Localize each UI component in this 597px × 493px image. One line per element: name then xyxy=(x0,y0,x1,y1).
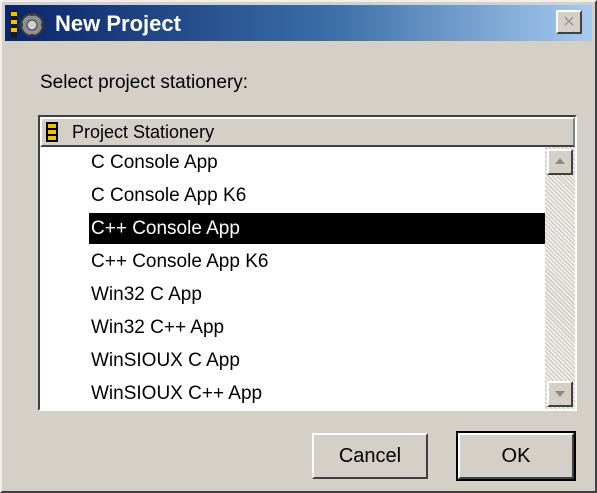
list-item-winsioux-c-app[interactable]: WinSIOUX C App xyxy=(89,345,545,376)
ok-button[interactable]: OK xyxy=(456,431,576,481)
dialog-title: New Project xyxy=(55,11,181,36)
stationery-folder-icon xyxy=(46,122,58,142)
list-item-winsioux-cpp-app[interactable]: WinSIOUX C++ App xyxy=(89,378,545,409)
list-item-cpp-console-app[interactable]: C++ Console App xyxy=(89,213,545,244)
close-icon: ✕ xyxy=(562,12,576,31)
stationery-list-header-label: Project Stationery xyxy=(72,122,215,142)
stationery-list-items: C Console App C Console App K6 C++ Conso… xyxy=(40,147,545,409)
scroll-down-arrow-icon xyxy=(555,391,565,397)
title-bar[interactable]: New Project ✕ xyxy=(5,5,592,41)
list-item-win32-c-app[interactable]: Win32 C App xyxy=(89,279,545,310)
list-item-c-console-app[interactable]: C Console App xyxy=(89,147,545,178)
stationery-list-header[interactable]: Project Stationery xyxy=(40,117,575,147)
new-project-dialog: New Project ✕ Select project stationery:… xyxy=(0,0,597,493)
list-item-c-console-app-k6[interactable]: C Console App K6 xyxy=(89,180,545,211)
vertical-scrollbar[interactable] xyxy=(545,147,575,409)
scroll-up-button[interactable] xyxy=(547,149,573,175)
cancel-button[interactable]: Cancel xyxy=(312,433,428,479)
close-button[interactable]: ✕ xyxy=(556,10,582,34)
codewarrior-app-icon xyxy=(11,10,45,38)
scroll-down-button[interactable] xyxy=(547,381,573,407)
scroll-up-arrow-icon xyxy=(555,158,565,164)
stationery-list[interactable]: Project Stationery C Console App C Conso… xyxy=(38,115,577,411)
select-stationery-label: Select project stationery: xyxy=(40,72,249,93)
list-item-win32-cpp-app[interactable]: Win32 C++ App xyxy=(89,312,545,343)
list-item-cpp-console-app-k6[interactable]: C++ Console App K6 xyxy=(89,246,545,277)
